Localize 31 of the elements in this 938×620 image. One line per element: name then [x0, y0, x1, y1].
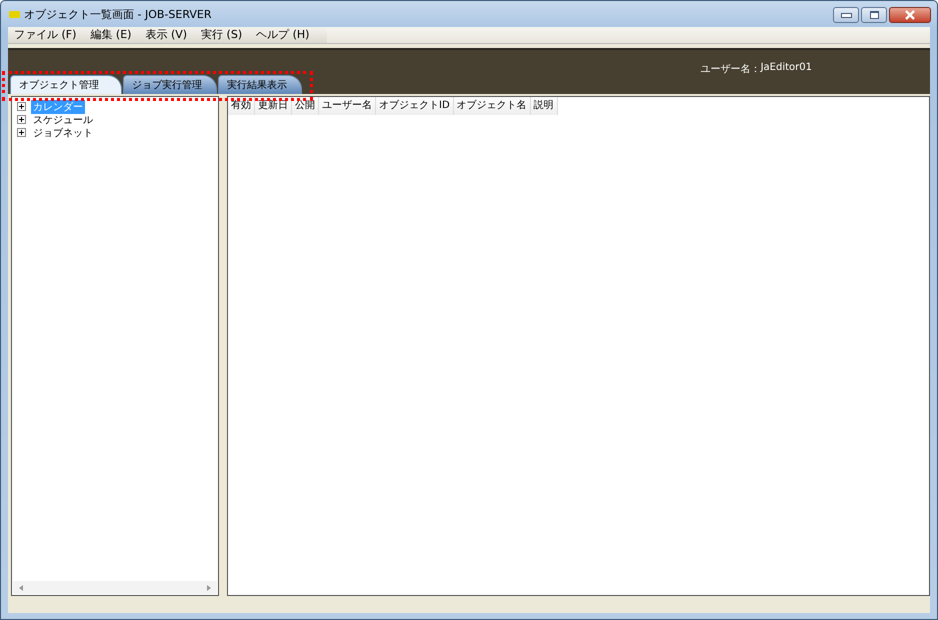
horizontal-scrollbar[interactable] [13, 581, 217, 594]
tree-item[interactable]: ジョブネット [31, 126, 95, 140]
maximize-icon [870, 11, 878, 19]
expand-icon[interactable] [17, 115, 26, 124]
column-header[interactable]: ユーザー名 [319, 97, 376, 115]
tab[interactable]: オブジェクト管理 [10, 75, 122, 94]
expand-icon[interactable] [17, 102, 26, 111]
menu-item[interactable]: 実行 (S) [195, 27, 250, 43]
close-icon [904, 10, 916, 20]
menu-item[interactable]: 表示 (V) [139, 27, 196, 43]
column-header[interactable]: 説明 [530, 97, 558, 115]
user-label: ユーザー名： [700, 64, 761, 76]
app-logo-icon [9, 10, 20, 18]
menu-item[interactable]: ファイル (F) [8, 27, 84, 43]
tab[interactable]: ジョブ実行管理 [123, 75, 217, 94]
menu-item[interactable]: ヘルプ (H) [250, 27, 318, 43]
minimize-icon [840, 12, 852, 18]
maximize-button[interactable] [861, 7, 887, 23]
window-title: オブジェクト一覧画面 - JOB-SERVER [24, 6, 212, 22]
tree-item[interactable]: スケジュール [31, 112, 95, 126]
column-header[interactable]: オブジェクト名 [454, 97, 531, 115]
menu-item[interactable]: 編集 (E) [84, 27, 140, 43]
column-header[interactable]: オブジェクトID [376, 97, 454, 115]
tab[interactable]: 実行結果表示 [218, 75, 302, 94]
scroll-right-icon[interactable] [207, 584, 211, 590]
expand-icon[interactable] [17, 128, 26, 137]
column-header[interactable]: 有効 [228, 97, 255, 115]
user-name: JaEditor01 [760, 62, 812, 75]
scroll-left-icon[interactable] [19, 584, 23, 590]
minimize-button[interactable] [833, 7, 859, 23]
close-button[interactable] [889, 7, 931, 23]
